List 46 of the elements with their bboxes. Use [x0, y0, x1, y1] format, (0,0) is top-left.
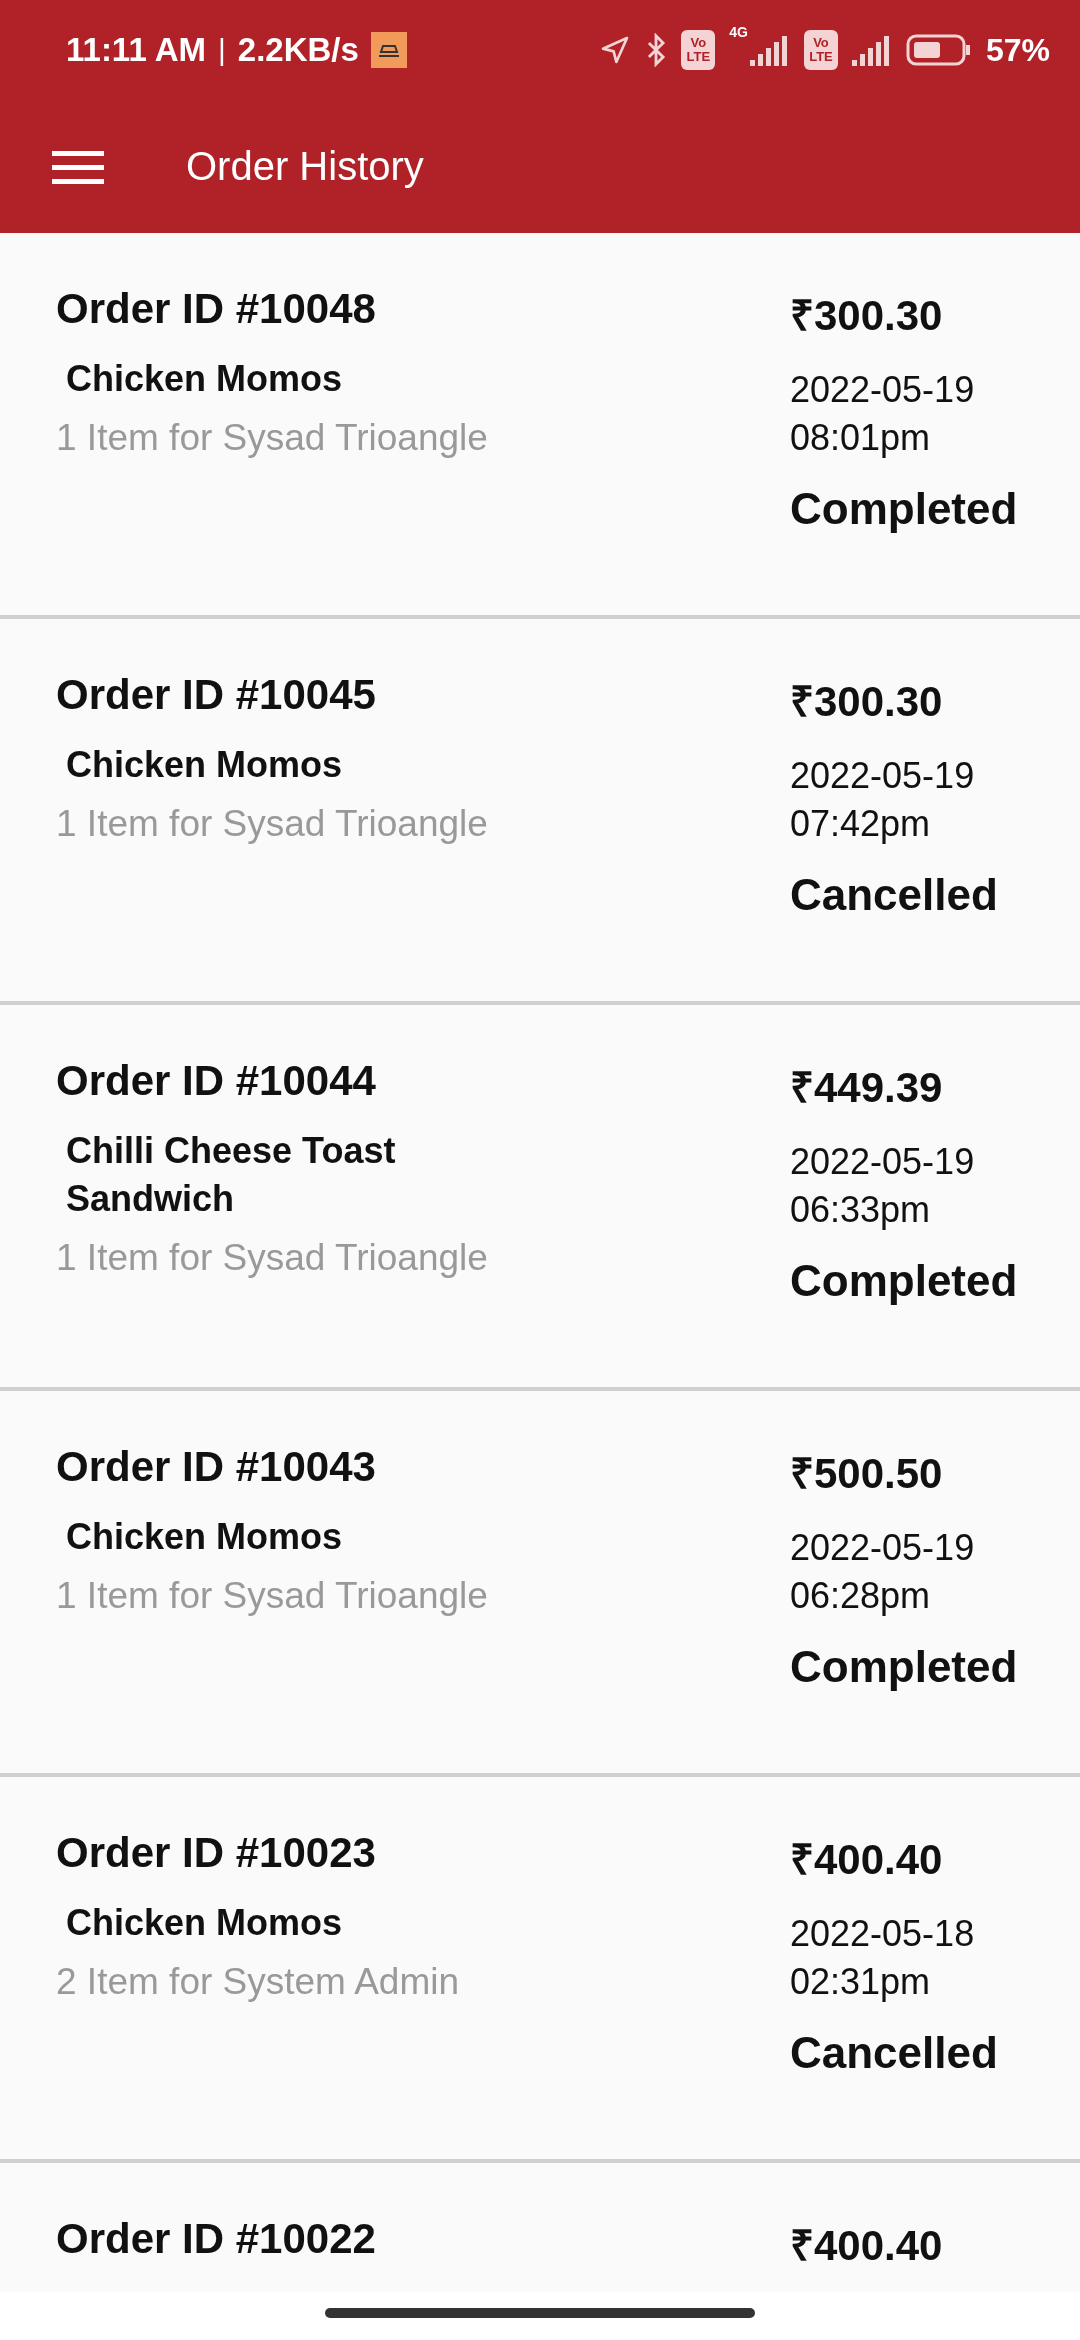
order-summary: 1 Item for Sysad Trioangle — [56, 803, 489, 845]
order-id: Order ID #10044 — [56, 1057, 377, 1105]
order-date: 2022-05-18 02:31pm — [790, 1912, 976, 2004]
order-id: Order ID #10023 — [56, 1829, 377, 1877]
battery-icon — [905, 34, 972, 66]
order-summary: 1 Item for Sysad Trioangle — [56, 1237, 489, 1279]
order-date: 2022-05-19 08:01pm — [790, 368, 976, 460]
order-price: ₹449.39 — [790, 1063, 944, 1113]
item-name: Chicken Momos — [65, 357, 344, 401]
network-speed: 2.2KB/s — [237, 31, 359, 69]
order-id: Order ID #10048 — [56, 285, 377, 333]
order-price: ₹300.30 — [790, 291, 944, 341]
order-date: 2022-05-19 06:28pm — [790, 1526, 976, 1618]
battery-percent: 57% — [985, 31, 1050, 69]
item-name: Chicken Momos — [65, 1901, 344, 1945]
order-price: ₹500.50 — [790, 1449, 944, 1499]
status-separator: | — [218, 33, 226, 67]
order-id: Order ID #10043 — [56, 1443, 377, 1491]
volte-badge: Vo LTE — [803, 30, 838, 70]
order-status: Completed — [790, 1642, 1019, 1692]
order-date: 2022-05-19 07:42pm — [790, 754, 976, 846]
order-status: Cancelled — [790, 2028, 999, 2078]
order-status: Cancelled — [790, 870, 999, 920]
order-summary: 2 Item for System Admin — [56, 1961, 461, 2003]
signal-icon — [851, 34, 892, 66]
order-price: ₹400.40 — [790, 1835, 944, 1885]
volte-badge: Vo LTE — [681, 30, 716, 70]
page-title: Order History — [186, 144, 424, 189]
notification-icon — [370, 32, 407, 68]
order-status: Completed — [790, 484, 1019, 534]
signal-icon — [749, 34, 790, 66]
order-price: ₹400.40 — [790, 2221, 944, 2271]
order-id: Order ID #10022 — [56, 2215, 377, 2263]
order-status: Completed — [790, 1256, 1019, 1306]
item-name: Chicken Momos — [65, 1515, 344, 1559]
order-date: 2022-05-19 06:33pm — [790, 1140, 976, 1232]
order-summary: 1 Item for Sysad Trioangle — [56, 1575, 489, 1617]
order-summary: 1 Item for Sysad Trioangle — [56, 417, 489, 459]
status-time: 11:11 AM — [66, 31, 207, 69]
bluetooth-icon — [645, 33, 668, 67]
menu-button[interactable] — [52, 148, 104, 185]
network-type: 4G — [729, 24, 748, 40]
order-id: Order ID #10045 — [56, 671, 377, 719]
item-name: Chicken Momos — [65, 743, 344, 787]
item-name: Chilli Cheese Toast Sandwich — [65, 1129, 397, 1221]
order-price: ₹300.30 — [790, 677, 944, 727]
